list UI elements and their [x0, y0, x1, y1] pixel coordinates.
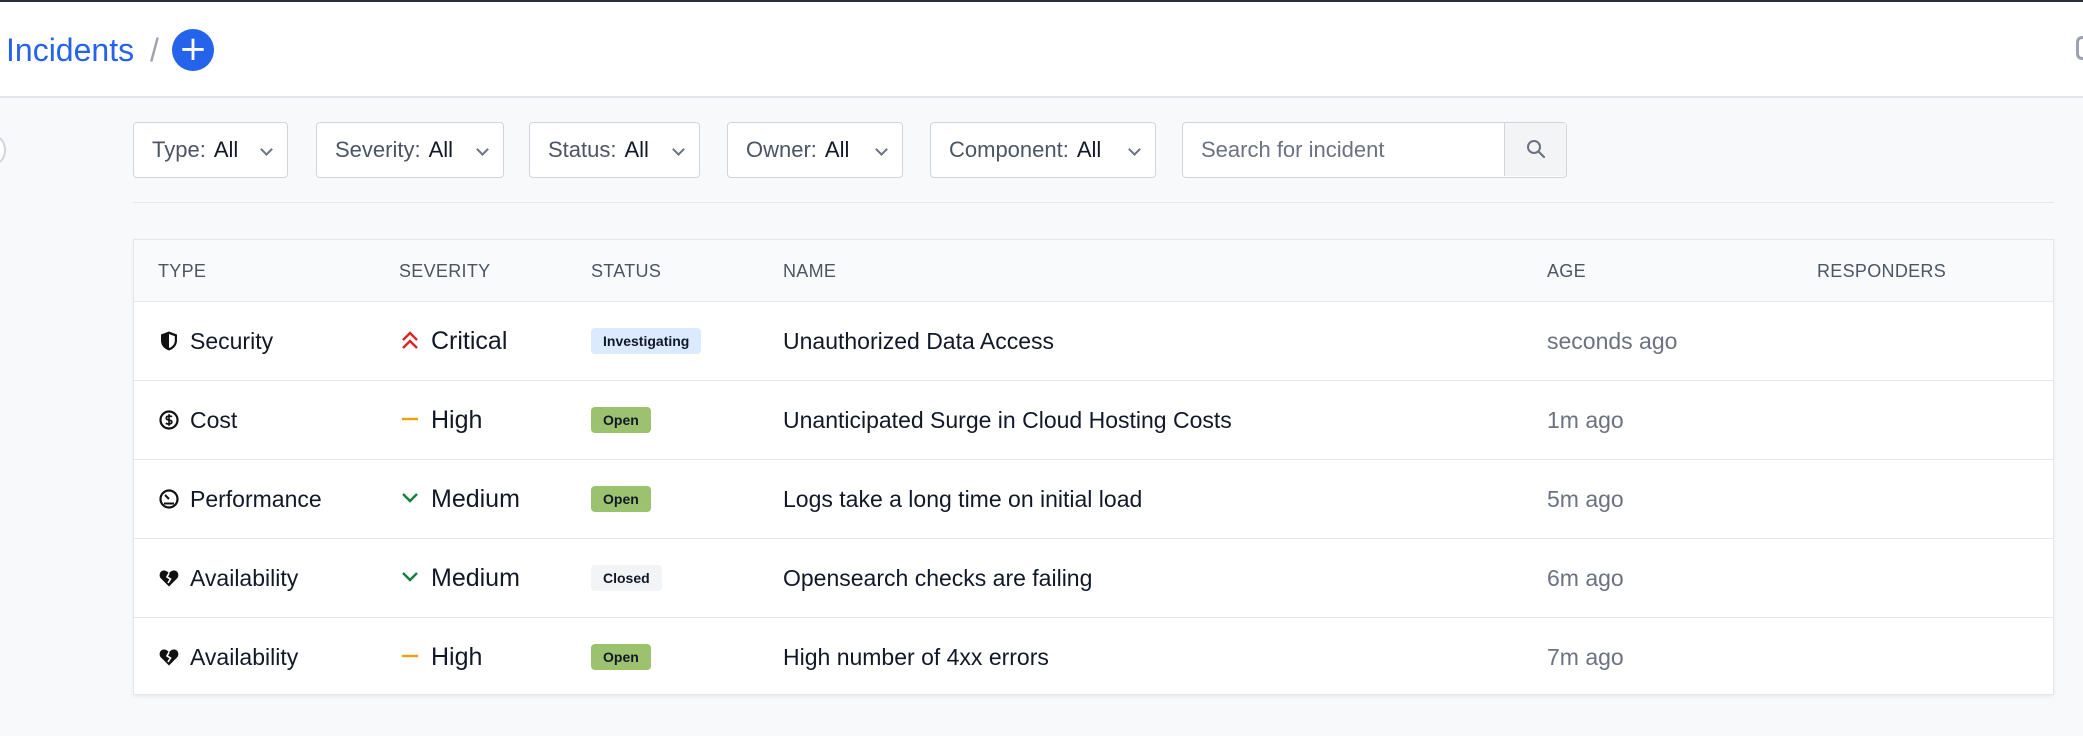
severity-cell: Medium	[399, 539, 520, 618]
severity-filter-label: Severity:	[335, 137, 421, 162]
severity-label: Critical	[431, 327, 508, 355]
status-badge: Open	[591, 406, 651, 433]
table-row[interactable]: Security Critical Investigating Unauthor…	[134, 302, 2053, 381]
dollar-circle-icon	[159, 410, 179, 430]
status-filter-value: All	[624, 137, 649, 162]
age-label: 7m ago	[1547, 644, 1624, 670]
type-filter-value: All	[213, 137, 239, 162]
column-header-name[interactable]: NAME	[783, 240, 836, 302]
chevron-down-icon	[672, 143, 685, 156]
shield-icon	[161, 331, 177, 351]
severity-filter[interactable]: Severity: All	[316, 122, 504, 178]
severity-cell: Medium	[399, 460, 520, 539]
chevron-down-icon	[402, 572, 418, 582]
incident-name[interactable]: Unauthorized Data Access	[783, 302, 1054, 381]
type-label: Performance	[190, 486, 322, 512]
search-icon	[1527, 140, 1546, 159]
type-cell: Cost	[158, 381, 237, 460]
dash-icon	[402, 654, 418, 658]
status-filter[interactable]: Status: All	[529, 122, 700, 178]
owner-filter-value: All	[824, 137, 850, 162]
search-box	[1182, 122, 1567, 178]
incident-name[interactable]: Unanticipated Surge in Cloud Hosting Cos…	[783, 381, 1232, 460]
severity-filter-value: All	[428, 137, 454, 162]
add-incident-button[interactable]: +	[172, 29, 214, 71]
breadcrumb-incidents[interactable]: Incidents	[6, 30, 134, 70]
broken-heart-icon	[159, 649, 179, 666]
status-cell: Open	[591, 460, 651, 539]
column-header-age[interactable]: AGE	[1547, 240, 1586, 302]
status-cell: Open	[591, 618, 651, 697]
type-cell: Availability	[158, 618, 298, 697]
search-input[interactable]	[1183, 123, 1503, 176]
page-header: Incidents / +	[0, 2, 2083, 98]
type-label: Availability	[190, 644, 299, 670]
type-filter-label: Type:	[152, 137, 206, 162]
dash-icon	[402, 417, 418, 421]
broken-heart-icon	[159, 570, 179, 587]
age-label: 6m ago	[1547, 565, 1624, 591]
table-row[interactable]: Performance Medium Open Logs take a long…	[134, 460, 2053, 539]
type-label: Availability	[190, 565, 299, 591]
status-badge: Investigating	[591, 327, 702, 354]
severity-cell: Critical	[399, 302, 507, 381]
table-row[interactable]: Availability Medium Closed Opensearch ch…	[134, 539, 2053, 618]
type-cell: Availability	[158, 539, 298, 618]
owner-filter[interactable]: Owner: All	[727, 122, 903, 178]
age-label: seconds ago	[1547, 328, 1678, 354]
speedometer-icon	[159, 489, 179, 509]
severity-label: High	[431, 406, 483, 434]
type-filter[interactable]: Type: All	[133, 122, 288, 178]
column-header-type[interactable]: TYPE	[158, 240, 206, 302]
status-filter-label: Status:	[548, 137, 617, 162]
type-cell: Security	[158, 302, 273, 381]
type-label: Security	[190, 328, 274, 354]
status-badge: Open	[591, 643, 651, 670]
status-badge: Open	[591, 485, 651, 512]
incident-name[interactable]: Opensearch checks are failing	[783, 539, 1092, 618]
column-header-responders[interactable]: RESPONDERS	[1817, 240, 1946, 302]
component-filter-label: Component:	[949, 137, 1069, 162]
chevron-down-icon	[476, 143, 489, 156]
component-filter-value: All	[1076, 137, 1102, 162]
chevron-down-icon	[875, 143, 888, 156]
incidents-table: TYPE SEVERITY STATUS NAME AGE RESPONDERS…	[133, 239, 2054, 695]
severity-label: Medium	[431, 564, 520, 592]
breadcrumb-separator: /	[150, 32, 159, 68]
column-header-severity[interactable]: SEVERITY	[399, 240, 490, 302]
sidebar-collapse-handle[interactable]	[0, 136, 6, 164]
filter-divider	[133, 202, 2054, 203]
table-header: TYPE SEVERITY STATUS NAME AGE RESPONDERS	[134, 240, 2053, 302]
incident-name[interactable]: High number of 4xx errors	[783, 618, 1049, 697]
status-cell: Closed	[591, 539, 662, 618]
component-filter[interactable]: Component: All	[930, 122, 1156, 178]
status-cell: Open	[591, 381, 651, 460]
severity-label: High	[431, 643, 483, 671]
age-label: 5m ago	[1547, 486, 1624, 512]
type-label: Cost	[190, 407, 238, 433]
chevron-down-icon	[260, 143, 273, 156]
status-cell: Investigating	[591, 302, 702, 381]
refresh-icon[interactable]	[2076, 36, 2083, 60]
severity-label: Medium	[431, 485, 520, 513]
owner-filter-label: Owner:	[746, 137, 817, 162]
chevron-down-icon	[402, 493, 418, 503]
severity-cell: High	[399, 381, 482, 460]
type-cell: Performance	[158, 460, 322, 539]
table-row[interactable]: Cost High Open Unanticipated Surge in Cl…	[134, 381, 2053, 460]
column-header-status[interactable]: STATUS	[591, 240, 661, 302]
severity-cell: High	[399, 618, 482, 697]
double-chevron-up-icon	[402, 331, 418, 349]
status-badge: Closed	[591, 564, 662, 591]
incident-name[interactable]: Logs take a long time on initial load	[783, 460, 1142, 539]
age-label: 1m ago	[1547, 407, 1624, 433]
search-button[interactable]	[1504, 123, 1566, 176]
table-row[interactable]: Availability High Open High number of 4x…	[134, 618, 2053, 697]
chevron-down-icon	[1128, 143, 1141, 156]
